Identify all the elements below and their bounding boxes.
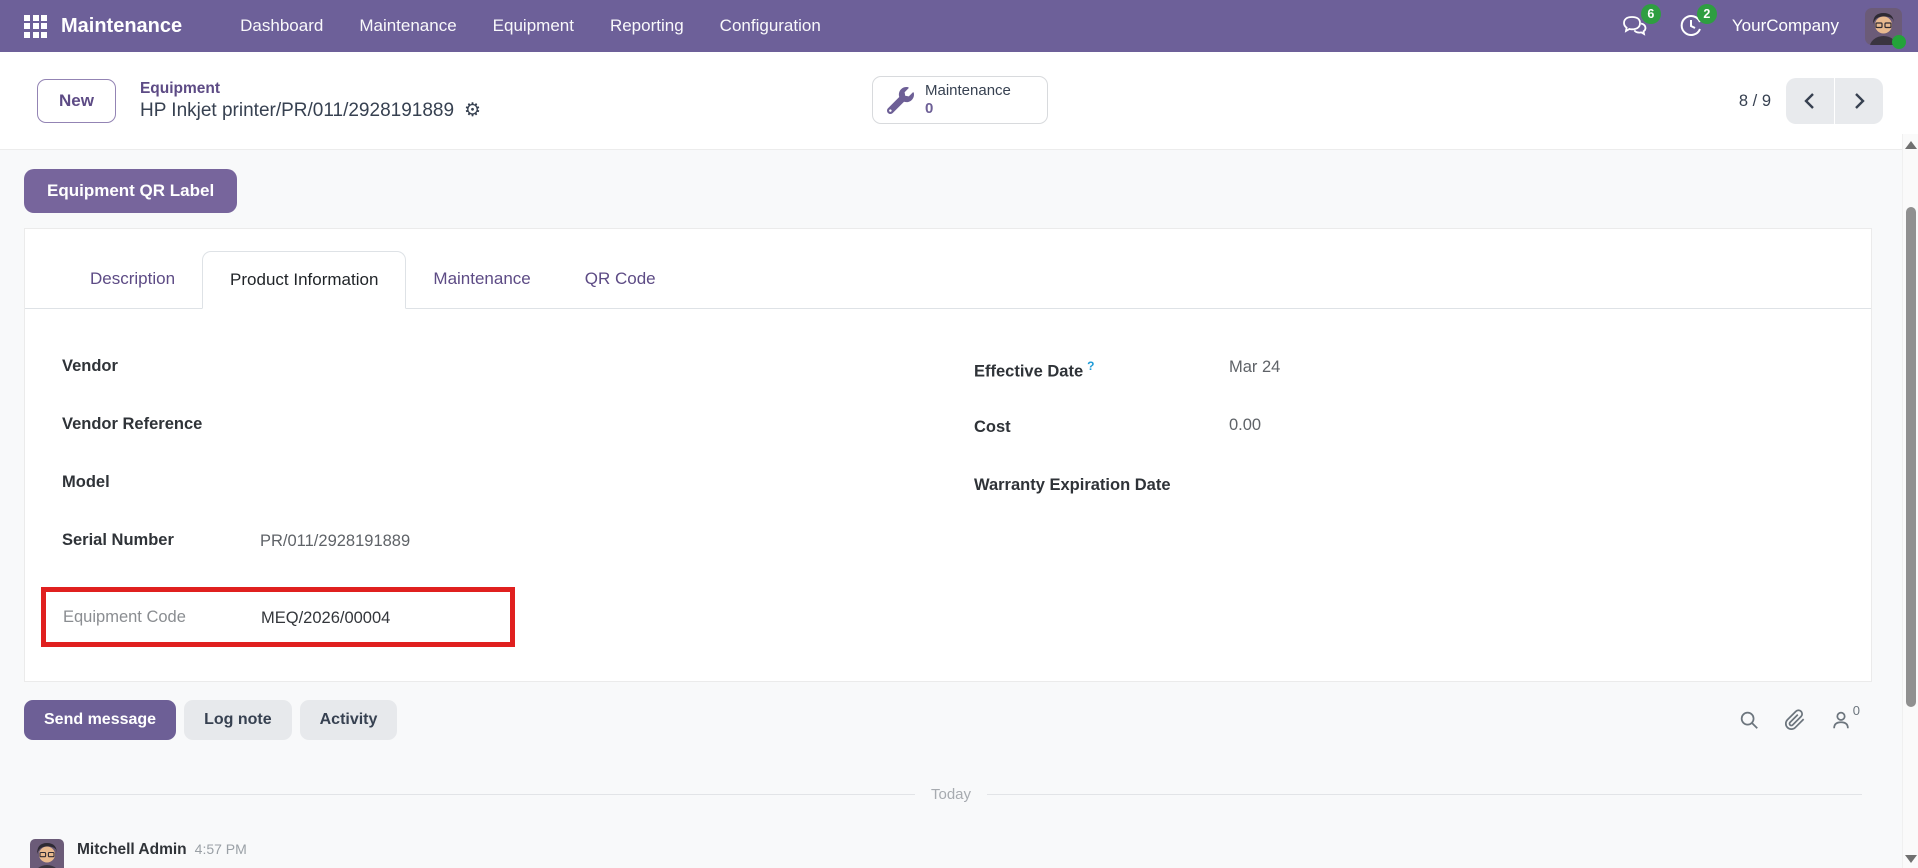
- vertical-scrollbar[interactable]: [1902, 134, 1918, 868]
- date-divider: Today: [40, 786, 1862, 803]
- company-name[interactable]: YourCompany: [1732, 16, 1839, 36]
- effective-date-value[interactable]: Mar 24: [1229, 355, 1280, 377]
- field-vendor: Vendor: [62, 355, 912, 413]
- pager: 8 / 9: [1739, 78, 1883, 124]
- field-model: Model: [62, 471, 912, 529]
- pager-previous-button[interactable]: [1786, 78, 1834, 124]
- maintenance-smart-button[interactable]: Maintenance 0: [872, 76, 1048, 124]
- tab-product-information[interactable]: Product Information: [202, 251, 407, 309]
- pager-next-button[interactable]: [1835, 78, 1883, 124]
- left-column: Vendor Vendor Reference Model Serial Num…: [41, 355, 912, 647]
- tab-description[interactable]: Description: [63, 251, 202, 308]
- cost-value[interactable]: 0.00: [1229, 413, 1261, 435]
- systray: 6 2 YourCompany: [1620, 4, 1906, 49]
- nav-configuration[interactable]: Configuration: [702, 6, 839, 46]
- breadcrumb: Equipment HP Inkjet printer/PR/011/29281…: [140, 80, 481, 122]
- message-timestamp: 4:57 PM: [194, 841, 247, 857]
- date-divider-label: Today: [930, 786, 972, 803]
- attachments-paperclip-icon[interactable]: [1784, 709, 1806, 731]
- chatter-toolbar: Send message Log note Activity 0: [24, 700, 1878, 740]
- scrollbar-thumb[interactable]: [1906, 207, 1916, 707]
- wrench-icon: [887, 86, 914, 114]
- form-sheet: Description Product Information Maintena…: [24, 228, 1872, 682]
- field-vendor-reference: Vendor Reference: [62, 413, 912, 471]
- field-effective-date: Effective Date? Mar 24: [974, 355, 1831, 413]
- activities-badge: 2: [1696, 4, 1717, 24]
- effective-date-label: Effective Date?: [974, 359, 1095, 381]
- cost-label: Cost: [974, 418, 1011, 436]
- breadcrumb-equipment-link[interactable]: Equipment: [140, 80, 481, 98]
- field-equipment-code: Equipment Code MEQ/2026/00004: [63, 606, 510, 628]
- top-navbar: Maintenance Dashboard Maintenance Equipm…: [0, 0, 1918, 52]
- activity-button[interactable]: Activity: [299, 700, 398, 740]
- content-area: Equipment QR Label Description Product I…: [0, 151, 1902, 868]
- log-note-button[interactable]: Log note: [184, 700, 292, 740]
- scroll-down-icon[interactable]: [1905, 855, 1917, 863]
- help-tooltip-icon[interactable]: ?: [1087, 359, 1094, 373]
- notebook-tabs: Description Product Information Maintena…: [25, 251, 1871, 309]
- equipment-qr-label-button[interactable]: Equipment QR Label: [24, 169, 238, 213]
- vendor-reference-label: Vendor Reference: [62, 415, 203, 433]
- chevron-right-icon: [1855, 93, 1865, 109]
- pager-value: 8 / 9: [1738, 91, 1771, 110]
- field-serial-number: Serial Number PR/011/2928191889: [62, 529, 912, 587]
- messages-icon[interactable]: 6: [1620, 4, 1661, 41]
- equipment-code-highlight-box: Equipment Code MEQ/2026/00004: [41, 587, 515, 647]
- right-column: Effective Date? Mar 24 Cost 0.00 Warrant…: [974, 355, 1831, 647]
- activities-clock-icon[interactable]: 2: [1676, 4, 1717, 41]
- gear-icon[interactable]: ⚙: [464, 101, 481, 120]
- serial-number-label: Serial Number: [62, 531, 174, 549]
- record-title: HP Inkjet printer/PR/011/2928191889: [139, 99, 455, 121]
- scroll-up-icon[interactable]: [1904, 141, 1917, 149]
- online-status-dot: [1892, 34, 1906, 49]
- vendor-label: Vendor: [62, 357, 118, 375]
- app-brand[interactable]: Maintenance: [61, 15, 182, 38]
- tab-maintenance[interactable]: Maintenance: [406, 251, 557, 308]
- tab-qr-code[interactable]: QR Code: [558, 251, 683, 308]
- smart-button-label: Maintenance: [925, 82, 1011, 99]
- warranty-expiration-label: Warranty Expiration Date: [974, 476, 1171, 494]
- equipment-code-value[interactable]: MEQ/2026/00004: [261, 606, 390, 628]
- chevron-left-icon: [1804, 93, 1814, 109]
- user-avatar[interactable]: [1865, 7, 1906, 49]
- chatter-message: Mitchell Admin 4:57 PM: [30, 839, 1902, 868]
- apps-menu-icon[interactable]: [24, 14, 47, 38]
- followers-icon[interactable]: 0: [1830, 703, 1860, 731]
- field-warranty-expiration: Warranty Expiration Date: [974, 471, 1831, 529]
- page: Maintenance Dashboard Maintenance Equipm…: [0, 0, 1918, 868]
- message-author[interactable]: Mitchell Admin: [77, 841, 187, 859]
- messages-badge: 6: [1640, 4, 1661, 24]
- send-message-button[interactable]: Send message: [24, 700, 177, 740]
- product-information-panel: Vendor Vendor Reference Model Serial Num…: [25, 309, 1871, 647]
- new-button[interactable]: New: [37, 78, 116, 123]
- model-label: Model: [62, 473, 110, 491]
- nav-equipment[interactable]: Equipment: [475, 6, 592, 46]
- control-panel: New Equipment HP Inkjet printer/PR/011/2…: [0, 52, 1918, 150]
- serial-number-value[interactable]: PR/011/2928191889: [260, 529, 410, 551]
- smart-button-count: 0: [925, 100, 934, 117]
- equipment-code-label: Equipment Code: [63, 608, 186, 626]
- nav-dashboard[interactable]: Dashboard: [222, 6, 341, 46]
- nav-maintenance[interactable]: Maintenance: [341, 6, 474, 46]
- chatter-icons: 0: [1738, 703, 1878, 731]
- search-messages-icon[interactable]: [1738, 709, 1760, 731]
- followers-count: 0: [1852, 703, 1860, 718]
- field-cost: Cost 0.00: [974, 413, 1831, 471]
- message-author-avatar[interactable]: [30, 839, 64, 868]
- nav-reporting[interactable]: Reporting: [592, 6, 702, 46]
